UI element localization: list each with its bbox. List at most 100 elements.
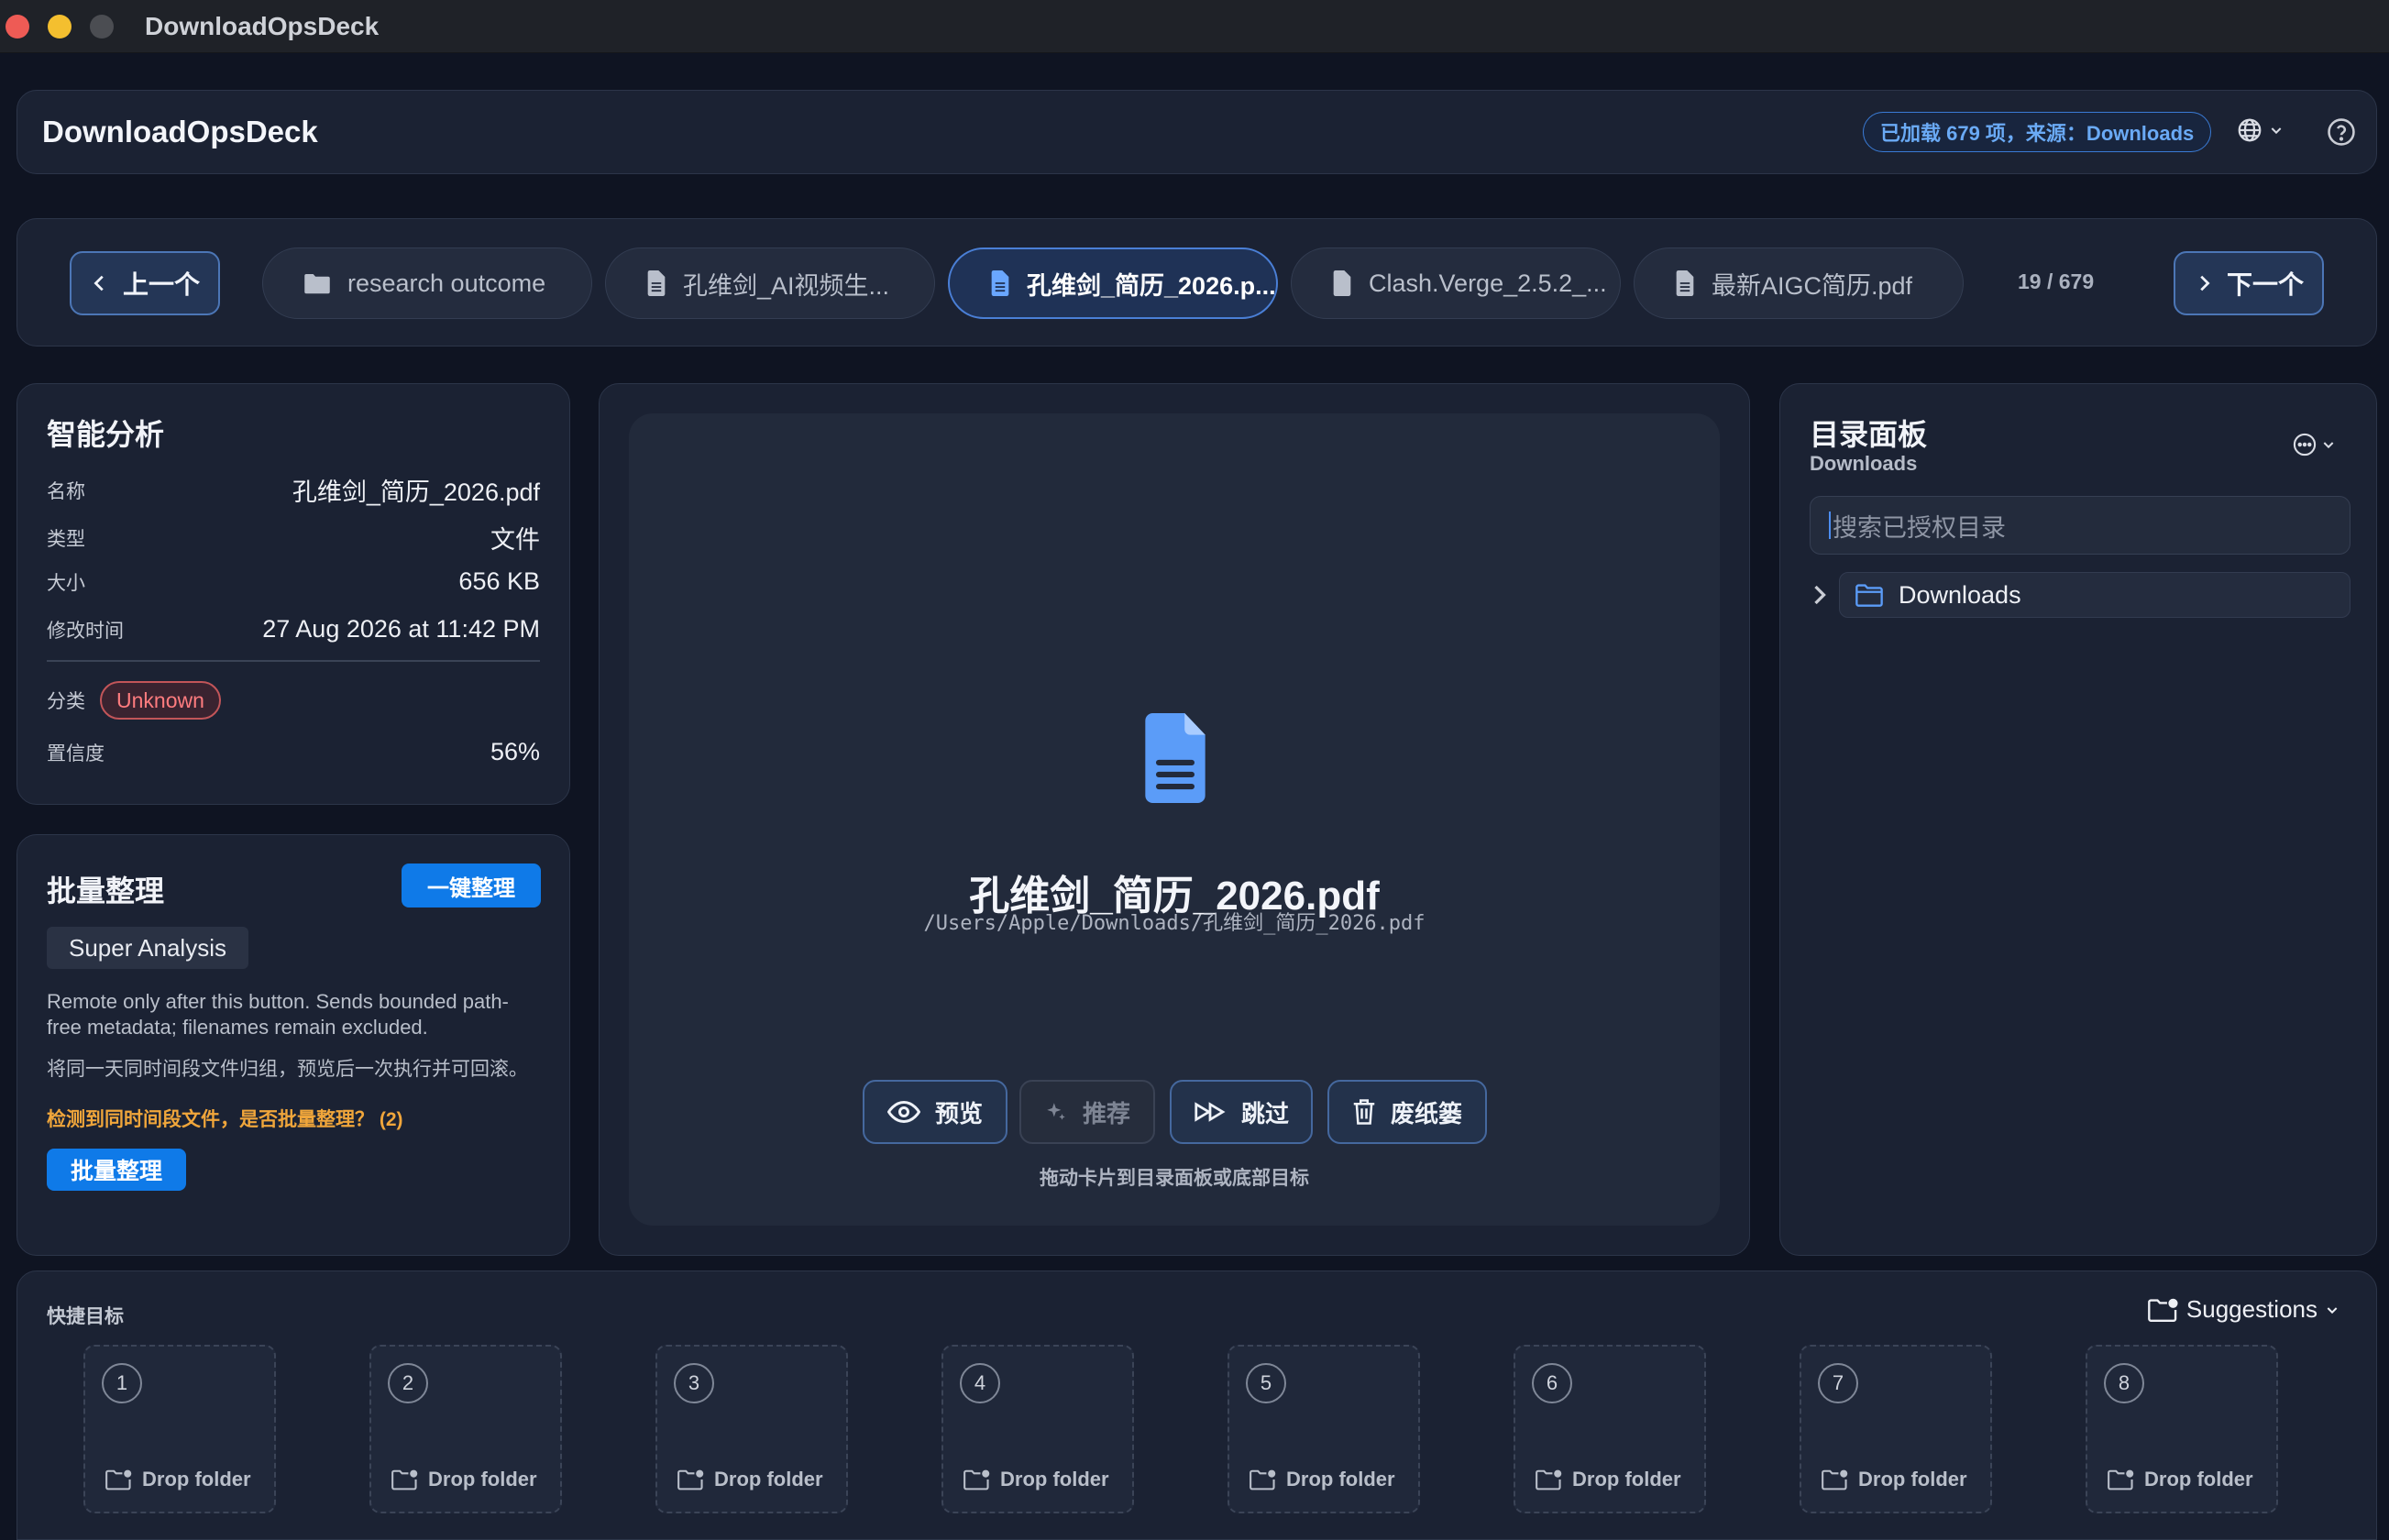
file-tab-2[interactable]: 孔维剑_AI视频生... xyxy=(605,248,935,319)
next-button[interactable]: 下一个 xyxy=(2174,251,2324,315)
preview-button[interactable]: 预览 xyxy=(863,1080,1007,1144)
slot-label-text: Drop folder xyxy=(1000,1468,1109,1490)
trash-button[interactable]: 废纸篓 xyxy=(1327,1080,1487,1144)
category-badge: Unknown xyxy=(100,681,221,720)
document-icon xyxy=(647,270,666,296)
folder-badge-icon xyxy=(2148,1298,2178,1322)
skip-button[interactable]: 跳过 xyxy=(1170,1080,1313,1144)
skip-label: 跳过 xyxy=(1240,1099,1289,1128)
file-icon xyxy=(1333,270,1351,296)
preview-file-path: /Users/Apple/Downloads/孔维剑_简历_2026.pdf xyxy=(923,912,1426,935)
confidence-value: 56% xyxy=(490,738,540,765)
drop-target-slot-2[interactable]: 2 Drop folder xyxy=(369,1345,562,1513)
help-button[interactable] xyxy=(2326,116,2357,152)
file-tab-label: 孔维剑_简历_2026.p... xyxy=(1027,271,1276,300)
super-analysis-button[interactable]: Super Analysis xyxy=(47,927,248,969)
directory-search-input[interactable]: 搜索已授权目录 xyxy=(1810,496,2350,555)
drag-hint: 拖动卡片到目录面板或底部目标 xyxy=(1040,1168,1309,1189)
tree-item-downloads[interactable]: Downloads xyxy=(1839,572,2350,618)
file-tab-label: 孔维剑_AI视频生... xyxy=(683,271,890,300)
drop-target-slot-1[interactable]: 1 Drop folder xyxy=(83,1345,276,1513)
folder-badge-icon xyxy=(391,1469,418,1490)
directory-panel: 目录面板 Downloads 搜索已授权目录 Downloads xyxy=(1779,383,2377,1256)
file-tab-4[interactable]: Clash.Verge_2.5.2_... xyxy=(1291,248,1621,319)
analysis-value: 656 KB xyxy=(458,567,540,595)
analysis-row-category: 分类 Unknown xyxy=(47,681,540,720)
directory-title: 目录面板 xyxy=(1810,418,1928,451)
file-tab-1[interactable]: research outcome xyxy=(262,248,592,319)
ellipsis-circle-icon xyxy=(2293,433,2317,456)
recommend-label: 推荐 xyxy=(1082,1099,1130,1128)
next-label: 下一个 xyxy=(2226,270,2304,299)
slot-number: 4 xyxy=(960,1363,1000,1403)
chevron-left-icon xyxy=(94,275,104,292)
language-menu-button[interactable] xyxy=(2236,116,2284,144)
analysis-row-type: 类型 文件 xyxy=(47,520,540,556)
sparkle-icon xyxy=(1047,1103,1065,1120)
zoom-window-button[interactable] xyxy=(90,14,114,38)
recommend-button[interactable]: 推荐 xyxy=(1019,1080,1155,1144)
chevron-right-icon[interactable] xyxy=(1811,584,1828,606)
drop-target-slot-4[interactable]: 4 Drop folder xyxy=(941,1345,1134,1513)
folder-badge-icon xyxy=(1536,1469,1562,1490)
folder-badge-icon xyxy=(1822,1469,1848,1490)
drop-target-slot-7[interactable]: 7 Drop folder xyxy=(1800,1345,1992,1513)
minimize-window-button[interactable] xyxy=(48,14,72,38)
search-placeholder: 搜索已授权目录 xyxy=(1833,513,2006,542)
drop-target-slot-5[interactable]: 5 Drop folder xyxy=(1228,1345,1420,1513)
drop-target-slot-8[interactable]: 8 Drop folder xyxy=(2086,1345,2278,1513)
chevron-down-icon xyxy=(2323,442,2334,449)
drop-target-slot-3[interactable]: 3 Drop folder xyxy=(655,1345,848,1513)
analysis-value: 27 Aug 2026 at 11:42 PM xyxy=(262,615,540,643)
previous-button[interactable]: 上一个 xyxy=(70,251,220,315)
batch-title: 批量整理 xyxy=(47,874,165,908)
close-window-button[interactable] xyxy=(6,14,29,38)
folder-icon xyxy=(1855,584,1883,607)
directory-options-button[interactable] xyxy=(2292,432,2336,457)
suggestions-label: Suggestions xyxy=(2185,1295,2317,1323)
slot-drop-label: Drop folder xyxy=(391,1468,537,1491)
preview-panel: 孔维剑_简历_2026.pdf /Users/Apple/Downloads/孔… xyxy=(599,383,1750,1256)
quick-targets-panel: 快捷目标 Suggestions 1 Drop folder 2 Drop folde… xyxy=(17,1270,2377,1540)
slot-label-text: Drop folder xyxy=(428,1468,537,1490)
remote-note: Remote only after this button. Sends bou… xyxy=(47,990,509,1039)
directory-subtitle: Downloads xyxy=(1810,452,1918,475)
analysis-row-name: 名称 孔维剑_简历_2026.pdf xyxy=(47,472,540,508)
analysis-panel: 智能分析 名称 孔维剑_简历_2026.pdf 类型 文件 大小 656 KB … xyxy=(17,383,570,805)
slot-drop-label: Drop folder xyxy=(2108,1468,2253,1491)
drop-target-slot-6[interactable]: 6 Drop folder xyxy=(1514,1345,1706,1513)
quick-targets-title: 快捷目标 xyxy=(47,1306,124,1327)
batch-organize-button[interactable]: 批量整理 xyxy=(47,1149,186,1191)
analysis-value: 文件 xyxy=(490,526,540,554)
batch-panel: 批量整理 一键整理 Super Analysis Remote only aft… xyxy=(17,834,570,1256)
folder-badge-icon xyxy=(2108,1469,2134,1490)
folder-badge-icon xyxy=(677,1469,704,1490)
slot-label-text: Drop folder xyxy=(142,1468,251,1490)
slot-label-text: Drop folder xyxy=(1572,1468,1681,1490)
analysis-divider xyxy=(47,660,540,662)
folder-badge-icon xyxy=(963,1469,990,1490)
document-icon xyxy=(1145,713,1206,803)
one-click-organize-button[interactable]: 一键整理 xyxy=(402,864,541,908)
document-icon xyxy=(1676,270,1694,296)
file-tab-3-active[interactable]: 孔维剑_简历_2026.p... xyxy=(948,248,1278,319)
app-header: DownloadOpsDeck 已加载 679 项，来源：Downloads xyxy=(17,90,2377,174)
slot-label-text: Drop folder xyxy=(714,1468,823,1490)
analysis-key: 修改时间 xyxy=(47,620,124,642)
analysis-value: 孔维剑_简历_2026.pdf xyxy=(292,478,540,506)
globe-icon xyxy=(2238,118,2262,142)
category-key: 分类 xyxy=(47,691,85,712)
folder-badge-icon xyxy=(1250,1469,1276,1490)
analysis-key: 名称 xyxy=(47,480,85,502)
app-name: DownloadOpsDeck xyxy=(42,115,318,148)
folder-badge-icon xyxy=(105,1469,132,1490)
file-tab-5[interactable]: 最新AIGC简历.pdf xyxy=(1634,248,1964,319)
slot-drop-label: Drop folder xyxy=(1536,1468,1681,1491)
suggestions-menu-button[interactable]: Suggestions xyxy=(2148,1295,2339,1324)
file-card[interactable]: 孔维剑_简历_2026.pdf /Users/Apple/Downloads/孔… xyxy=(629,413,1720,1226)
file-tab-label: 最新AIGC简历.pdf xyxy=(1712,271,1913,300)
analysis-row-modified: 修改时间 27 Aug 2026 at 11:42 PM xyxy=(47,615,540,644)
slot-label-text: Drop folder xyxy=(1286,1468,1395,1490)
previous-label: 上一个 xyxy=(122,270,200,299)
file-tab-label: research outcome xyxy=(347,269,546,297)
